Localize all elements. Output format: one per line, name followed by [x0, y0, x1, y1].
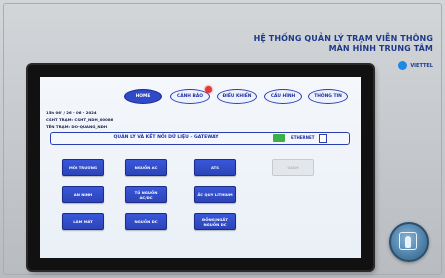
cabinet-panel: HỆ THỐNG QUẢN LÝ TRẠM VIỄN THÔNG MÀN HÌN… [0, 0, 445, 278]
csht-text: CSHT TRẠM: CSHT_NDH_00086 [46, 117, 114, 122]
nav-control-button[interactable]: ĐIỀU KHIỂN [217, 89, 257, 104]
brand-title-line2: MÀN HÌNH TRUNG TÂM [328, 44, 433, 53]
monitor-bezel: HOME CẢNH BÁO ĐIỀU KHIỂN CẤU HÌNH THÔNG … [28, 65, 373, 270]
brand-logo-icon [398, 61, 408, 70]
nav-config-button[interactable]: CẤU HÌNH [264, 89, 302, 104]
datetime-text: 15h 06' / 26 - 06 - 2024 [46, 110, 97, 115]
brand-logo: VIETTEL [398, 61, 433, 70]
hmi-screen: HOME CẢNH BÁO ĐIỀU KHIỂN CẤU HÌNH THÔNG … [40, 77, 361, 258]
gateway-title: QUẢN LÝ VÀ KẾT NỐI DỮ LIỆU - GATEWAY [113, 135, 219, 140]
station-info: 15h 06' / 26 - 06 - 2024 CSHT TRẠM: CSHT… [46, 109, 113, 130]
tile-nguon-ac[interactable]: NGUỒN AC [125, 159, 167, 176]
brand-title-line1: HỆ THỐNG QUẢN LÝ TRẠM VIỄN THÔNG [253, 34, 433, 43]
tile-giam-disabled: GIÁM [272, 159, 314, 176]
finger-tap-icon [405, 236, 411, 248]
tile-moi-truong[interactable]: MÔI TRƯỜNG [62, 159, 104, 176]
tile-dong-ngat-nguon-dc[interactable]: ĐỒNG/NGẮT NGUỒN DC [194, 213, 236, 230]
brand-title: HỆ THỐNG QUẢN LÝ TRẠM VIỄN THÔNG MÀN HÌN… [254, 34, 433, 54]
nav-alarm-button[interactable]: CẢNH BÁO [170, 89, 210, 104]
tile-an-ninh[interactable]: AN NINH [62, 186, 104, 203]
top-nav: HOME CẢNH BÁO ĐIỀU KHIỂN CẤU HÌNH THÔNG … [40, 86, 361, 107]
alarm-indicator-icon [205, 86, 212, 93]
nav-home-button[interactable]: HOME [124, 89, 162, 104]
gateway-bar[interactable]: QUẢN LÝ VÀ KẾT NỐI DỮ LIỆU - GATEWAY ETH… [50, 132, 350, 145]
station-name-text: TÊN TRẠM: DO-QUANG_NDH [46, 124, 108, 129]
ethernet-checkbox[interactable] [319, 134, 327, 143]
tile-lam-mat[interactable]: LÀM MÁT [62, 213, 104, 230]
tile-nguon-dc[interactable]: NGUỒN DC [125, 213, 167, 230]
gateway-status-icon [273, 134, 285, 142]
ethernet-label: ETHERNET [291, 135, 315, 140]
tile-tu-nguon-ac-dc[interactable]: TỦ NGUỒN AC/DC [125, 186, 167, 203]
tile-ats[interactable]: ATS [194, 159, 236, 176]
tile-ac-quy-lithium[interactable]: ẮC QUY LITHIUM [194, 186, 236, 203]
brand-logo-text: VIETTEL [410, 62, 433, 69]
touch-button[interactable] [389, 222, 429, 262]
nav-info-button[interactable]: THÔNG TIN [308, 89, 348, 104]
